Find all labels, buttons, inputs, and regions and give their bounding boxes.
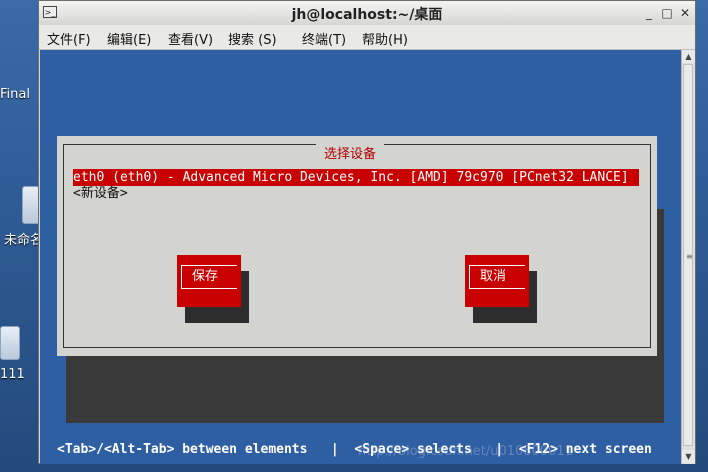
cancel-button[interactable]: 取消 bbox=[465, 255, 529, 307]
vertical-scrollbar[interactable]: ▲ ≡ ▼ bbox=[681, 50, 695, 464]
device-item-new[interactable]: <新设备> bbox=[73, 186, 128, 202]
watermark: http://blog.csdn.net/u010800011 bbox=[358, 444, 573, 459]
desktop-label-final: Final bbox=[0, 87, 30, 102]
menu-bar: 文件(F) 编辑(E) 查看(V) 搜索 (S) 终端(T) 帮助(H) bbox=[39, 25, 695, 50]
save-button-label: 保存 bbox=[181, 265, 237, 289]
terminal-area[interactable]: 选择设备 eth0 (eth0) - Advanced Micro Device… bbox=[40, 50, 682, 464]
desktop-folder-icon[interactable] bbox=[0, 326, 20, 360]
menu-edit[interactable]: 编辑(E) bbox=[107, 29, 151, 48]
scroll-up-icon[interactable]: ▲ bbox=[682, 50, 695, 63]
desktop-label-111: 111 bbox=[0, 367, 25, 382]
desktop-label-untitled: 未命名 bbox=[4, 233, 38, 248]
close-icon[interactable]: ✕ bbox=[677, 5, 693, 21]
minimize-icon[interactable]: _ bbox=[641, 5, 657, 21]
save-button[interactable]: 保存 bbox=[177, 255, 241, 307]
cancel-button-label: 取消 bbox=[469, 265, 525, 289]
maximize-icon[interactable]: □ bbox=[659, 5, 675, 21]
scrollbar-thumb[interactable]: ≡ bbox=[683, 64, 693, 446]
menu-help[interactable]: 帮助(H) bbox=[362, 29, 408, 48]
menu-search[interactable]: 搜索 (S) bbox=[228, 29, 277, 48]
device-item-selected[interactable]: eth0 (eth0) - Advanced Micro Devices, In… bbox=[73, 169, 639, 186]
menu-view[interactable]: 查看(V) bbox=[168, 29, 213, 48]
menu-file[interactable]: 文件(F) bbox=[47, 29, 91, 48]
title-bar[interactable]: >_ jh@localhost:~/桌面 _ □ ✕ bbox=[39, 1, 695, 26]
menu-terminal[interactable]: 终端(T) bbox=[302, 29, 346, 48]
scroll-down-icon[interactable]: ▼ bbox=[682, 450, 695, 463]
grip-icon: ≡ bbox=[686, 252, 693, 261]
terminal-window: >_ jh@localhost:~/桌面 _ □ ✕ 文件(F) 编辑(E) 查… bbox=[38, 0, 696, 464]
dialog-title: 选择设备 bbox=[316, 143, 385, 162]
window-title: jh@localhost:~/桌面 bbox=[291, 7, 443, 23]
